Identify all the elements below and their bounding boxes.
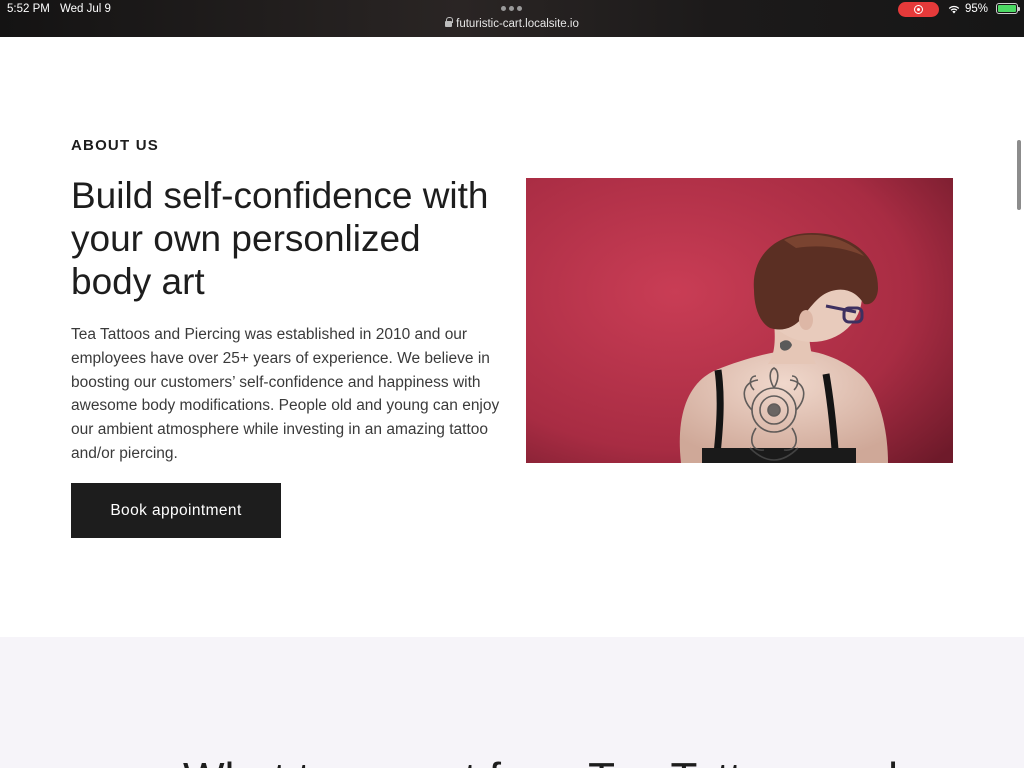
expectations-heading: What to expect from Tea Tattoos and — [183, 754, 898, 768]
address-bar[interactable]: futuristic-cart.localsite.io — [0, 17, 1024, 30]
book-appointment-button[interactable]: Book appointment — [71, 483, 281, 538]
about-description: Tea Tattoos and Piercing was established… — [71, 326, 500, 462]
scrollbar-thumb[interactable] — [1017, 140, 1021, 210]
address-bar-url: futuristic-cart.localsite.io — [456, 18, 579, 30]
about-headline: Build self-confidence with your own pers… — [71, 175, 489, 302]
wifi-icon — [948, 5, 960, 14]
status-date: Wed Jul 9 — [60, 3, 111, 15]
battery-charging-icon — [996, 3, 1020, 14]
multitasking-dots-icon[interactable] — [501, 6, 522, 11]
expectations-section: What to expect from Tea Tattoos and — [0, 637, 1024, 768]
tattoo-photo — [526, 178, 953, 463]
screen-record-icon[interactable] — [898, 2, 939, 17]
battery-percentage: 95% — [965, 3, 989, 15]
status-time: 5:52 PM — [7, 3, 50, 15]
section-eyebrow: ABOUT US — [71, 137, 159, 154]
tattooed-back-image — [526, 178, 953, 463]
lock-icon — [445, 17, 454, 27]
browser-status-bar: 5:52 PM Wed Jul 9 futuristic-cart.locals… — [0, 0, 1024, 37]
